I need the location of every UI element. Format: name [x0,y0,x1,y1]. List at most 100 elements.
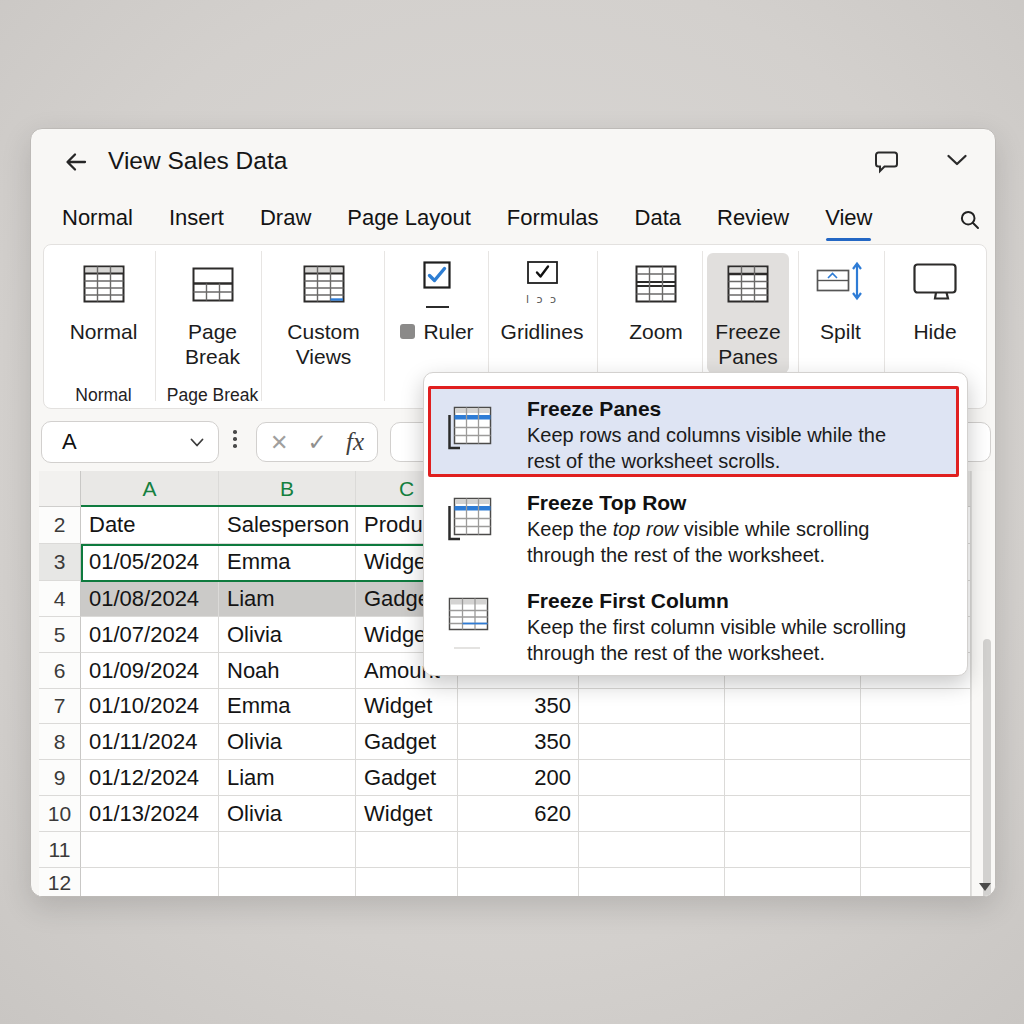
ribbon-group-label: Normal [75,385,131,406]
row-header-3[interactable]: 3 [39,544,81,581]
cell[interactable] [579,724,725,760]
cell[interactable] [861,868,971,897]
scrollbar-down-arrow[interactable] [979,883,991,891]
cell[interactable]: 350 [458,689,579,724]
cell[interactable] [725,760,861,796]
tab-data[interactable]: Data [635,205,681,241]
formula-bar-options-icon[interactable] [233,430,237,448]
cell[interactable] [861,724,971,760]
ribbon-button-ruler[interactable]: Ruler [387,245,487,381]
cell[interactable] [579,760,725,796]
cell[interactable] [725,689,861,724]
ribbon-button-gridlines[interactable]: l ɔ ɔGridlines [487,245,597,381]
cell[interactable]: Widget [356,689,458,724]
ribbon-button-hide[interactable]: Hide [890,245,980,381]
cell[interactable]: 200 [458,760,579,796]
cell[interactable] [725,796,861,832]
tab-formulas[interactable]: Formulas [507,205,599,241]
row-header-7[interactable]: 7 [39,689,81,724]
select-all-corner[interactable] [39,471,81,507]
column-header-A[interactable]: A [81,471,219,507]
menu-item-freeze-panes[interactable]: Freeze PanesKeep rows and columns visibl… [428,386,959,477]
column-header-B[interactable]: B [219,471,356,507]
cell[interactable]: Gadget [356,724,458,760]
tab-page-layout[interactable]: Page Layout [347,205,471,241]
search-icon[interactable] [960,210,980,230]
row-header-8[interactable]: 8 [39,724,81,760]
chevron-down-icon[interactable] [946,153,968,169]
cell[interactable]: Liam [219,760,356,796]
tab-view[interactable]: View [825,205,872,241]
cell[interactable] [356,832,458,868]
cell[interactable]: 01/13/2024 [81,796,219,832]
cell[interactable] [81,868,219,897]
row-header-4[interactable]: 4 [39,581,81,617]
cell[interactable] [219,868,356,897]
cell[interactable]: 01/12/2024 [81,760,219,796]
cell[interactable]: 01/11/2024 [81,724,219,760]
vertical-scrollbar[interactable] [971,471,995,897]
cell[interactable] [458,832,579,868]
row-header-11[interactable]: 11 [39,832,81,868]
ribbon-button-freeze-panes[interactable]: FreezePanes [703,245,793,381]
tab-normal[interactable]: Normal [62,205,133,241]
cell[interactable] [356,868,458,897]
back-button[interactable] [63,149,89,175]
cell[interactable]: 01/10/2024 [81,689,219,724]
row-header-9[interactable]: 9 [39,760,81,796]
cell[interactable] [579,796,725,832]
row-header-12[interactable]: 12 [39,868,81,897]
row-header-5[interactable]: 5 [39,617,81,653]
cell[interactable] [725,868,861,897]
cell[interactable]: Olivia [219,796,356,832]
cell[interactable]: Date [81,507,219,544]
name-box[interactable]: A [41,421,219,463]
enter-icon[interactable]: ✓ [308,429,327,455]
tab-draw[interactable]: Draw [260,205,311,241]
cell[interactable] [725,832,861,868]
tab-insert[interactable]: Insert [169,205,224,241]
cell[interactable]: 01/08/2024 [81,581,219,617]
cell[interactable]: Emma [219,689,356,724]
cell[interactable] [861,832,971,868]
cancel-icon[interactable]: ✕ [270,430,288,455]
ribbon-button-custom-views[interactable]: CustomViews [271,245,376,381]
row-header-6[interactable]: 6 [39,653,81,689]
cell[interactable]: Liam [219,581,356,617]
cell[interactable] [725,724,861,760]
cell[interactable]: Olivia [219,724,356,760]
cell[interactable] [458,868,579,897]
cell[interactable] [579,832,725,868]
ribbon-button-normal[interactable]: Normal [59,245,149,381]
row-header-2[interactable]: 2 [39,507,81,544]
menu-item-freeze-top-row[interactable]: Freeze Top RowKeep the top row visible w… [431,485,957,568]
menu-item-freeze-first-column[interactable]: Freeze First ColumnKeep the first column… [431,583,957,666]
cell[interactable]: 350 [458,724,579,760]
row-header-10[interactable]: 10 [39,796,81,832]
ribbon-button-spilt[interactable]: Spilt [796,245,886,381]
cell[interactable] [219,832,356,868]
cell[interactable] [861,689,971,724]
freeze-top-row-icon [441,497,493,568]
table-pagebreak-icon [165,261,260,307]
scrollbar-thumb[interactable] [983,639,991,897]
table-custom-icon [271,261,376,307]
ribbon-button-page-break[interactable]: PageBreak [165,245,260,381]
insert-function-icon[interactable]: fx [346,428,364,456]
comment-icon[interactable] [874,150,900,176]
table-freeze-icon [703,261,793,307]
cell[interactable]: Salesperson [219,507,356,544]
cell[interactable] [81,832,219,868]
cell[interactable]: Noah [219,653,356,689]
cell[interactable]: 01/09/2024 [81,653,219,689]
cell[interactable] [861,760,971,796]
cell[interactable]: Olivia [219,617,356,653]
cell[interactable] [579,868,725,897]
cell[interactable] [579,689,725,724]
cell[interactable]: 620 [458,796,579,832]
cell[interactable] [861,796,971,832]
cell[interactable]: 01/07/2024 [81,617,219,653]
tab-review[interactable]: Review [717,205,789,241]
cell[interactable]: Gadget [356,760,458,796]
cell[interactable]: Widget [356,796,458,832]
